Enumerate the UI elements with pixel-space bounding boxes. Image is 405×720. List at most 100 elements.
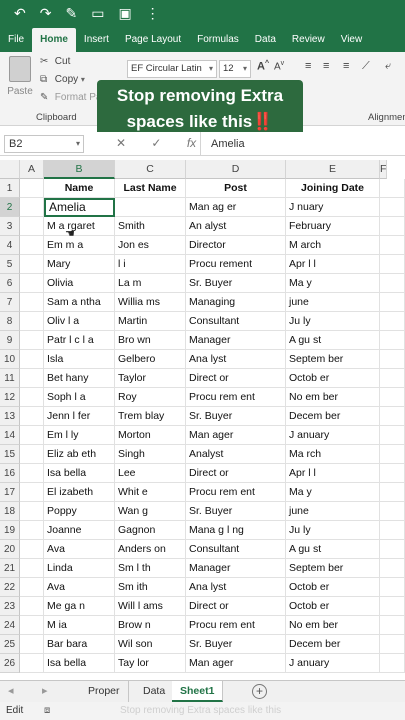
cell[interactable]: Patr l c l a xyxy=(44,331,115,350)
cell[interactable] xyxy=(20,217,44,236)
cell[interactable] xyxy=(20,654,44,673)
cell[interactable]: Sm l th xyxy=(115,559,186,578)
header-cell[interactable]: Joining Date xyxy=(286,179,380,198)
cell[interactable]: Willia ms xyxy=(115,293,186,312)
cell[interactable]: Sm ith xyxy=(115,578,186,597)
cell[interactable]: Anders on xyxy=(115,540,186,559)
orientation-icon[interactable]: ⟋ xyxy=(362,60,370,73)
cell[interactable] xyxy=(20,445,44,464)
cell[interactable] xyxy=(20,521,44,540)
cell[interactable] xyxy=(380,369,405,388)
cell[interactable] xyxy=(380,445,405,464)
enter-icon[interactable]: ✓ xyxy=(151,136,161,150)
cell[interactable]: Bro wn xyxy=(115,331,186,350)
cell[interactable] xyxy=(380,255,405,274)
row-header[interactable]: 2 xyxy=(0,198,20,217)
cell[interactable] xyxy=(380,407,405,426)
cell[interactable] xyxy=(380,293,405,312)
cell[interactable] xyxy=(380,274,405,293)
cell[interactable]: Whit e xyxy=(115,483,186,502)
accessibility-icon[interactable]: ⧈ xyxy=(44,702,50,720)
cell[interactable]: Man ag er xyxy=(186,198,286,217)
row-header[interactable]: 26 xyxy=(0,654,20,673)
cell[interactable] xyxy=(380,483,405,502)
cell[interactable] xyxy=(20,483,44,502)
cell[interactable]: Martin xyxy=(115,312,186,331)
row-header[interactable]: 4 xyxy=(0,236,20,255)
column-header-c[interactable]: C xyxy=(115,160,186,179)
tab-insert[interactable]: Insert xyxy=(76,28,117,52)
row-header[interactable]: 15 xyxy=(0,445,20,464)
cell[interactable]: Apr l l xyxy=(286,464,380,483)
cell[interactable]: February xyxy=(286,217,380,236)
cell[interactable]: Ana lyst xyxy=(186,578,286,597)
scroll-left-icon[interactable]: ◂ xyxy=(8,684,14,697)
cell[interactable]: Brow n xyxy=(115,616,186,635)
cell[interactable]: Bar bara xyxy=(44,635,115,654)
cell[interactable] xyxy=(20,236,44,255)
cell[interactable] xyxy=(20,464,44,483)
cell[interactable]: Gelbero xyxy=(115,350,186,369)
tab-home[interactable]: Home xyxy=(32,28,76,52)
cell[interactable]: Man ager xyxy=(186,654,286,673)
cell[interactable]: Isa bella xyxy=(44,654,115,673)
cell[interactable]: Decem ber xyxy=(286,407,380,426)
cell[interactable]: Octob er xyxy=(286,597,380,616)
sheet-tab-data[interactable]: Data xyxy=(135,681,175,702)
cell[interactable] xyxy=(380,502,405,521)
cell[interactable]: Wil son xyxy=(115,635,186,654)
cell[interactable] xyxy=(380,350,405,369)
align-top-icon[interactable]: ≡ xyxy=(305,60,312,72)
format-painter-button[interactable]: ✎ Format Pa xyxy=(40,92,101,103)
row-header[interactable]: 17 xyxy=(0,483,20,502)
cell[interactable]: Will l ams xyxy=(115,597,186,616)
row-header[interactable]: 20 xyxy=(0,540,20,559)
cell[interactable]: Analyst xyxy=(186,445,286,464)
column-header-a[interactable]: A xyxy=(20,160,44,179)
cell[interactable] xyxy=(380,597,405,616)
cell[interactable]: Oliv l a xyxy=(44,312,115,331)
row-header[interactable]: 1 xyxy=(0,179,20,198)
cell[interactable] xyxy=(380,236,405,255)
row-header[interactable]: 9 xyxy=(0,331,20,350)
cell[interactable]: june xyxy=(286,502,380,521)
cell[interactable]: Consultant xyxy=(186,540,286,559)
cell[interactable]: M ia xyxy=(44,616,115,635)
cell[interactable]: No em ber xyxy=(286,616,380,635)
cell[interactable]: Isla xyxy=(44,350,115,369)
cell[interactable]: J nuary xyxy=(286,198,380,217)
cell[interactable]: Procu rem ent xyxy=(186,483,286,502)
cell[interactable] xyxy=(20,293,44,312)
row-header[interactable]: 3 xyxy=(0,217,20,236)
cell[interactable]: Sr. Buyer xyxy=(186,274,286,293)
font-name-select[interactable]: EF Circular Latin ▾ xyxy=(127,60,217,78)
row-header[interactable]: 8 xyxy=(0,312,20,331)
row-header[interactable]: 22 xyxy=(0,578,20,597)
redo-icon[interactable]: ↷ xyxy=(40,5,52,22)
cell[interactable]: Trem blay xyxy=(115,407,186,426)
wrap-text-icon[interactable]: ⤶ xyxy=(385,60,391,73)
cell[interactable] xyxy=(20,597,44,616)
undo-icon[interactable]: ↶ xyxy=(14,5,26,22)
cell[interactable] xyxy=(20,369,44,388)
cell[interactable]: A gu st xyxy=(286,331,380,350)
cell[interactable]: Manager xyxy=(186,559,286,578)
cell[interactable]: Managing xyxy=(186,293,286,312)
insert-function-icon[interactable]: fx xyxy=(187,136,196,150)
cell[interactable]: Poppy xyxy=(44,502,115,521)
cell[interactable]: J anuary xyxy=(286,654,380,673)
cell[interactable]: Ma y xyxy=(286,274,380,293)
cell[interactable]: Decem ber xyxy=(286,635,380,654)
row-header[interactable]: 25 xyxy=(0,635,20,654)
cell[interactable]: Me ga n xyxy=(44,597,115,616)
cell[interactable]: Soph l a xyxy=(44,388,115,407)
cell[interactable]: Tay lor xyxy=(115,654,186,673)
sheet-tab-sheet1[interactable]: Sheet1 xyxy=(172,681,224,702)
cell[interactable]: Direct or xyxy=(186,464,286,483)
cell[interactable]: Procu rem ent xyxy=(186,616,286,635)
cell[interactable]: june xyxy=(286,293,380,312)
cell[interactable]: Ava xyxy=(44,578,115,597)
cell[interactable]: Direct or xyxy=(186,369,286,388)
cell[interactable]: A gu st xyxy=(286,540,380,559)
cell[interactable] xyxy=(380,654,405,673)
